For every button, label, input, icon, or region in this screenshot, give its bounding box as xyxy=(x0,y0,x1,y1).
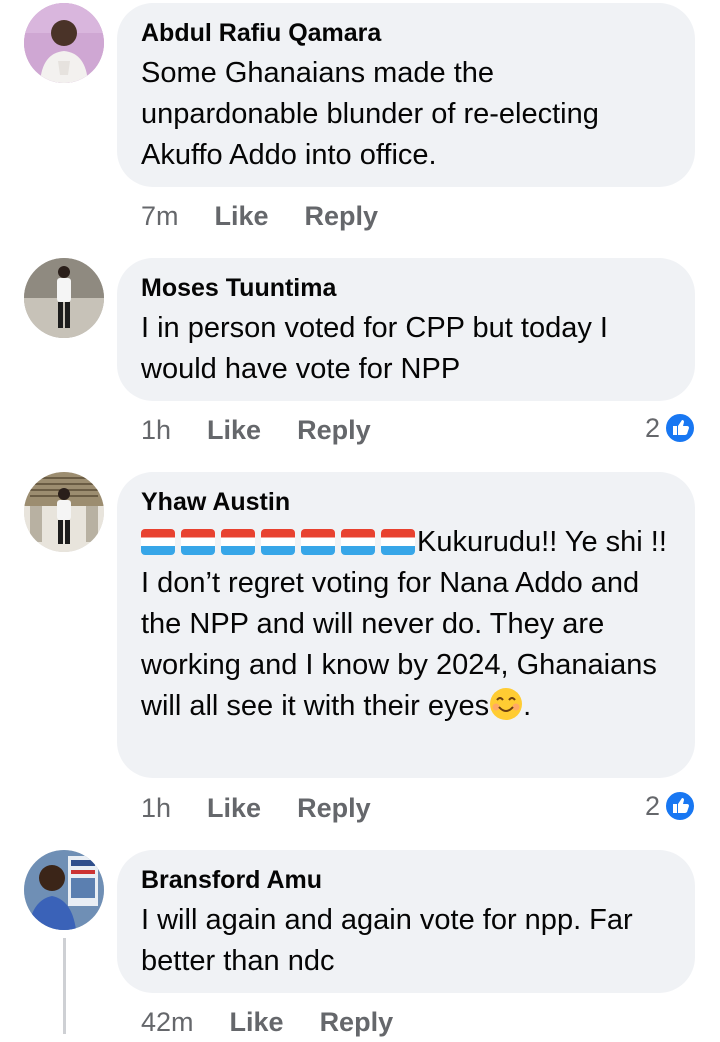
thumbs-up-icon xyxy=(664,412,696,444)
comment-bubble: Abdul Rafiu Qamara Some Ghanaians made t… xyxy=(117,3,695,187)
comment-author[interactable]: Abdul Rafiu Qamara xyxy=(141,17,671,49)
like-button[interactable]: Like xyxy=(207,793,261,824)
reaction-summary[interactable]: 2 xyxy=(645,786,696,826)
avatar[interactable] xyxy=(24,472,104,552)
comment-timestamp[interactable]: 1h xyxy=(141,793,171,824)
comment-bubble: Moses Tuuntima I in person voted for CPP… xyxy=(117,258,695,401)
avatar[interactable] xyxy=(24,3,104,83)
reaction-summary[interactable]: 2 xyxy=(645,408,696,448)
comment-text: I in person voted for CPP but today I wo… xyxy=(141,312,608,385)
comment-actions: 42m Like Reply xyxy=(141,1002,429,1042)
comment-text: I will again and again vote for npp. Far… xyxy=(141,904,633,977)
reply-button[interactable]: Reply xyxy=(305,201,379,232)
avatar-photo-icon xyxy=(24,258,104,338)
flag-emoji-group xyxy=(141,529,417,555)
avatar[interactable] xyxy=(24,258,104,338)
smiling-face-icon xyxy=(490,688,523,720)
flag-emoji-icon xyxy=(381,529,415,555)
flag-emoji-icon xyxy=(301,529,335,555)
avatar-photo-icon xyxy=(24,3,104,83)
comment-text-end: . xyxy=(523,690,532,722)
like-button[interactable]: Like xyxy=(207,415,261,446)
flag-emoji-icon xyxy=(141,529,175,555)
thread-line xyxy=(63,938,66,1034)
comment-actions: 1h Like Reply xyxy=(141,410,407,450)
flag-emoji-icon xyxy=(341,529,375,555)
comment-timestamp[interactable]: 1h xyxy=(141,415,171,446)
like-button[interactable]: Like xyxy=(230,1007,284,1038)
comment-bubble: Bransford Amu I will again and again vot… xyxy=(117,850,695,993)
flag-emoji-icon xyxy=(221,529,255,555)
comment-timestamp[interactable]: 42m xyxy=(141,1007,194,1038)
comment-author[interactable]: Moses Tuuntima xyxy=(141,272,671,304)
avatar[interactable] xyxy=(24,850,104,930)
reaction-count: 2 xyxy=(644,412,660,443)
reaction-count: 2 xyxy=(644,790,660,821)
flag-emoji-icon xyxy=(181,529,215,555)
avatar-photo-icon xyxy=(24,850,104,930)
comment-author[interactable]: Bransford Amu xyxy=(141,864,671,896)
comment-text-main: Kukurudu!! Ye shi !! I don’t regret voti… xyxy=(141,526,667,722)
reply-button[interactable]: Reply xyxy=(297,415,371,446)
thumbs-up-icon xyxy=(664,790,696,822)
avatar-photo-icon xyxy=(24,472,104,552)
comment-actions: 1h Like Reply xyxy=(141,788,407,828)
comment-text: Some Ghanaians made the unpardonable blu… xyxy=(141,57,599,171)
comment-timestamp[interactable]: 7m xyxy=(141,201,179,232)
comment-bubble: Yhaw Austin Kukurudu!! Ye shi !! I don’t… xyxy=(117,472,695,778)
comment-actions: 7m Like Reply xyxy=(141,196,414,236)
like-button[interactable]: Like xyxy=(215,201,269,232)
comment-author[interactable]: Yhaw Austin xyxy=(141,486,671,518)
reply-button[interactable]: Reply xyxy=(297,793,371,824)
reply-button[interactable]: Reply xyxy=(320,1007,394,1038)
comment-text: Kukurudu!! Ye shi !! I don’t regret voti… xyxy=(141,522,671,727)
flag-emoji-icon xyxy=(261,529,295,555)
